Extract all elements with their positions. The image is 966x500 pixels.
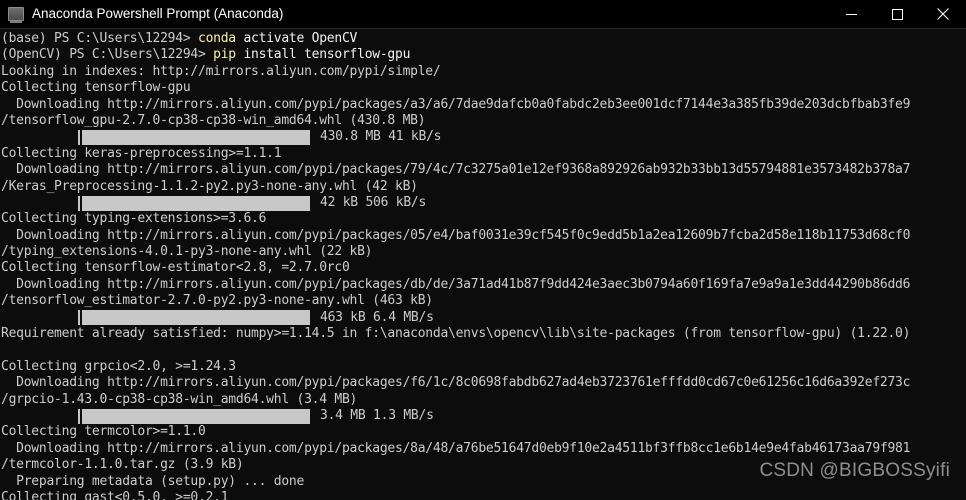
minimize-icon (845, 13, 857, 15)
console-output-line: /termcolor-1.1.0.tar.gz (3.9 kB) (1, 457, 244, 473)
progress-bar-fill (82, 310, 310, 326)
console-output-line: Collecting gast<0.5.0, >=0.2.1 (1, 489, 229, 500)
progress-status-text: 430.8 MB 41 kB/s (320, 129, 442, 145)
console-output-line: Collecting tensorflow-gpu (1, 80, 191, 96)
console-output-line: Looking in indexes: http://mirrors.aliyu… (1, 63, 441, 79)
console-output-line: Downloading http://mirrors.aliyun.com/py… (1, 276, 911, 292)
console-output-line: Collecting tensorflow-estimator<2.8, =2.… (1, 260, 350, 276)
maximize-button[interactable] (874, 0, 920, 28)
shell-prompt: (base) PS C:\Users\12294> (1, 31, 198, 46)
console-output-line: Collecting keras-preprocessing>=1.1.1 (1, 145, 282, 161)
console-output[interactable]: (base) PS C:\Users\12294> conda activate… (0, 29, 966, 500)
console-output-line: Downloading http://mirrors.aliyun.com/py… (1, 162, 911, 178)
console-prompt-line: (OpenCV) PS C:\Users\12294> pip install … (0, 47, 966, 63)
console-output-line: Collecting typing-extensions>=3.6.6 (1, 211, 267, 227)
window-controls (828, 0, 966, 28)
close-icon (937, 8, 949, 20)
progress-status-text: 3.4 MB 1.3 MB/s (320, 407, 434, 423)
console-output-line: Downloading http://mirrors.aliyun.com/py… (1, 375, 911, 391)
progress-status-text: 463 kB 6.4 MB/s (320, 309, 434, 325)
progress-bar-fill (82, 408, 310, 424)
download-progress-row: 463 kB 6.4 MB/s (0, 310, 966, 326)
shell-prompt: (OpenCV) PS C:\Users\12294> (1, 47, 214, 63)
progress-bar-edge (78, 195, 80, 211)
progress-bar-edge (78, 310, 80, 326)
close-button[interactable] (920, 0, 966, 28)
console-output-line: Downloading http://mirrors.aliyun.com/py… (1, 227, 911, 243)
window-title: Anaconda Powershell Prompt (Anaconda) (32, 6, 284, 21)
console-output-line: Downloading http://mirrors.aliyun.com/py… (1, 96, 911, 112)
console-output-line: /typing_extensions-4.0.1-py3-none-any.wh… (1, 244, 373, 260)
download-progress-row: 430.8 MB 41 kB/s (0, 129, 966, 146)
progress-bar-fill (82, 130, 310, 146)
titlebar-left-group: Anaconda Powershell Prompt (Anaconda) (0, 6, 828, 23)
window-titlebar[interactable]: Anaconda Powershell Prompt (Anaconda) (0, 0, 966, 29)
download-progress-row: 3.4 MB 1.3 MB/s (0, 408, 966, 424)
console-output-line: Preparing metadata (setup.py) ... done (1, 473, 305, 489)
console-output-line: Collecting grpcio<2.0, >=1.24.3 (1, 358, 236, 374)
console-output-line: /grpcio-1.43.0-cp38-cp38-win_amd64.whl (… (1, 391, 358, 407)
minimize-button[interactable] (828, 0, 874, 28)
progress-bar-fill (82, 195, 310, 211)
terminal-icon (8, 7, 24, 23)
command-name: pip (213, 47, 236, 63)
console-output-line: Collecting termcolor>=1.1.0 (1, 424, 206, 440)
download-progress-row: 42 kB 506 kB/s (0, 195, 966, 211)
progress-status-text: 42 kB 506 kB/s (320, 194, 427, 210)
terminal-window: Anaconda Powershell Prompt (Anaconda) (b… (0, 0, 966, 500)
console-prompt-line: (base) PS C:\Users\12294> conda activate… (0, 31, 966, 47)
console-output-line: /tensorflow_estimator-2.7.0-py2.py3-none… (1, 293, 433, 309)
progress-bar-edge (78, 130, 80, 146)
console-output-line: /tensorflow_gpu-2.7.0-cp38-cp38-win_amd6… (1, 112, 426, 128)
console-output-line: /Keras_Preprocessing-1.1.2-py2.py3-none-… (1, 178, 418, 194)
console-output-line: Downloading http://mirrors.aliyun.com/py… (1, 440, 911, 456)
maximize-icon (891, 8, 903, 20)
progress-bar-edge (78, 408, 80, 424)
console-output-line: Requirement already satisfied: numpy>=1.… (1, 326, 911, 342)
command-arguments: install tensorflow-gpu (235, 47, 411, 63)
command-arguments: activate OpenCV (235, 31, 358, 46)
command-name: conda (198, 31, 236, 46)
